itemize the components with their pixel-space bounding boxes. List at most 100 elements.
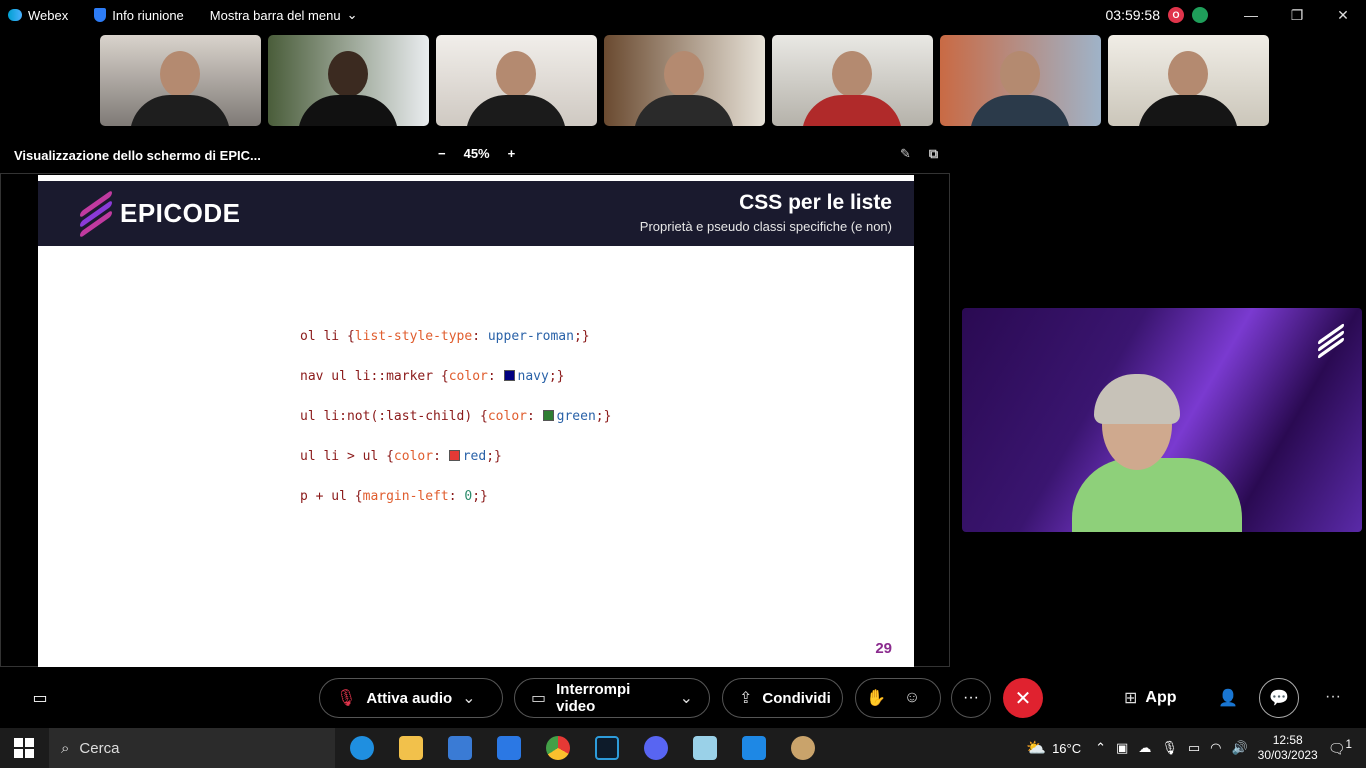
participant-video[interactable] [100,35,261,126]
color-swatch [503,370,515,381]
zoom-in-button[interactable]: + [508,146,516,161]
zoom-out-button[interactable]: − [438,146,446,161]
edge-icon[interactable] [350,736,374,760]
minimize-button[interactable]: — [1228,7,1274,23]
store-icon[interactable] [448,736,472,760]
recording-icon[interactable]: O [1168,7,1184,23]
meeting-info-label: Info riunione [112,7,184,23]
close-window-button[interactable]: ✕ [1320,7,1366,24]
participants-button[interactable]: 👤 [1218,688,1238,708]
participant-video[interactable] [604,35,765,126]
participant-video[interactable] [1108,35,1269,126]
apps-label: App [1145,689,1177,706]
search-label: Cerca [79,739,120,757]
chevron-down-icon: ⌄ [346,7,358,22]
chevron-down-icon[interactable]: ⌄ [680,688,693,708]
unmute-label: Attiva audio [366,689,453,707]
code-line: ul li > ul {color: red;} [300,449,502,464]
chat-icon: 💬 [1269,690,1289,707]
code-line: nav ul li::marker {color: navy;} [300,369,565,384]
leave-meeting-button[interactable]: ✕ [1003,678,1043,718]
camera-icon: ▭ [531,690,547,707]
webex-taskbar-icon[interactable] [595,736,619,760]
chevron-up-icon[interactable]: ⌃ [1095,740,1106,756]
stop-video-button[interactable]: ▭ Interrompi video ⌄ [514,678,710,718]
clock[interactable]: 12:58 30/03/2023 [1258,733,1318,763]
more-icon: ··· [1325,688,1341,705]
brand-name: EPICODE [120,197,241,228]
file-explorer-icon[interactable] [399,736,423,760]
participant-video[interactable] [436,35,597,126]
chat-button[interactable]: 💬 [1259,678,1299,718]
clock-time: 12:58 [1272,733,1303,747]
participant-video[interactable] [940,35,1101,126]
share-button[interactable]: ⇪ Condividi [722,678,843,718]
notifications-icon[interactable]: 🗨1 [1328,738,1352,758]
share-title: Visualizzazione dello schermo di EPIC... [14,148,261,163]
show-menu-bar-label: Mostra barra del menu [209,7,341,23]
search-icon: ⌕ [61,739,70,757]
chrome-icon[interactable] [546,736,570,760]
app-name: Webex [28,7,69,23]
restore-button[interactable]: ❐ [1274,7,1320,24]
title-bar: Webex Info riunione Mostra barra del men… [0,0,1366,30]
zoom-controls: − 45% + [438,146,515,161]
vscode-icon[interactable] [742,736,766,760]
paint-icon[interactable] [791,736,815,760]
reactions-group: ✋ ☺ [855,678,941,718]
annotate-icon[interactable]: ✎ [900,146,911,162]
weather-icon[interactable]: ⛅ [1026,738,1046,758]
taskbar-search[interactable]: ⌕ Cerca [49,728,335,768]
code-line: ul li:not(:last-child) {color: green;} [300,409,612,424]
color-swatch [542,410,554,421]
popout-icon[interactable]: ⧉ [929,146,938,162]
unmute-button[interactable]: 🎙 Attiva audio ⌄ [319,678,503,718]
chevron-down-icon[interactable]: ⌄ [462,688,475,708]
shield-icon [94,8,107,22]
participant-strip [100,35,1269,126]
slide-header: EPICODE CSS per le liste Proprietà e pse… [38,181,914,246]
captions-icon[interactable]: ▭ [20,678,60,718]
battery-icon[interactable]: ▭ [1188,740,1200,756]
participant-video[interactable] [268,35,429,126]
reaction-icon[interactable]: ☺ [904,689,920,707]
meeting-controls: ▭ 🎙 Attiva audio ⌄ ▭ Interrompi video ⌄ … [0,676,1366,720]
stats-icon[interactable] [1192,7,1208,23]
webex-app-menu[interactable]: Webex [8,8,68,23]
discord-icon[interactable] [644,736,668,760]
overflow-menu-button[interactable]: ··· [1325,688,1341,706]
slide: EPICODE CSS per le liste Proprietà e pse… [38,175,914,667]
clock-date: 30/03/2023 [1257,748,1318,762]
app-icon[interactable] [693,736,717,760]
webex-logo-icon [8,9,22,21]
wifi-icon[interactable]: ◠ [1210,740,1221,756]
apps-button[interactable]: ⊞ App [1124,688,1177,708]
raise-hand-icon[interactable]: ✋ [866,688,886,708]
meet-now-icon[interactable]: ▣ [1116,740,1128,756]
start-button[interactable] [14,738,34,758]
meeting-info-button[interactable]: Info riunione [94,8,184,23]
stop-video-label: Interrompi video [556,681,631,715]
apps-icon: ⊞ [1124,690,1138,707]
epicode-logo: EPICODE [80,189,241,239]
windows-taskbar: ⌕ Cerca ⛅ 16°C ⌃ ▣ ☁ 🎙 ▭ ◠ 🔊 12:58 30/03… [0,728,1366,768]
more-options-button[interactable]: ··· [951,678,991,718]
participant-video[interactable] [772,35,933,126]
volume-icon[interactable]: 🔊 [1231,740,1247,756]
epicode-mark-icon [80,189,112,239]
color-swatch [448,450,460,461]
zoom-level: 45% [463,146,490,161]
meeting-timer: 03:59:58 [1105,7,1161,23]
slide-title: CSS per le liste [739,191,892,214]
temperature[interactable]: 16°C [1052,741,1081,756]
active-speaker-video[interactable] [962,308,1362,532]
code-line: ol li {list-style-type: upper-roman;} [300,329,590,344]
mic-icon[interactable]: 🎙 [1161,740,1178,756]
onedrive-icon[interactable]: ☁ [1138,740,1151,756]
mail-icon[interactable] [497,736,521,760]
share-label: Condividi [762,689,831,707]
show-menu-bar-button[interactable]: Mostra barra del menu ⌄ [210,7,358,23]
participants-icon: 👤 [1218,690,1238,707]
slide-subtitle: Proprietà e pseudo classi specifiche (e … [639,219,892,234]
page-number: 29 [875,640,892,657]
